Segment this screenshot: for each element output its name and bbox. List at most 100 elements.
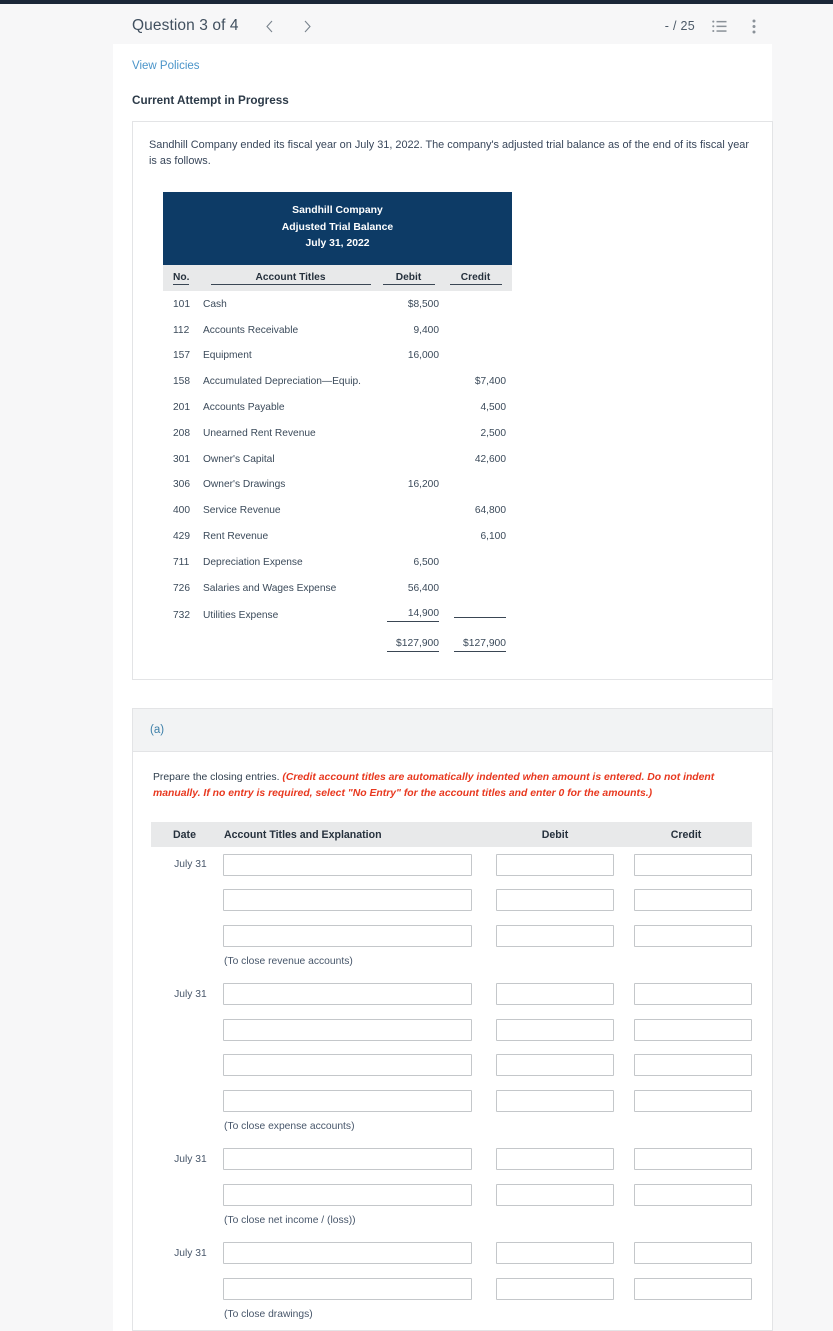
credit-amount-input[interactable] (634, 1242, 752, 1265)
table-row: 732 Utilities Expense 14,900 (163, 601, 512, 630)
instruction-plain: Prepare the closing entries. (153, 771, 283, 783)
debit-amount-input[interactable] (496, 1018, 614, 1041)
journal-row: July 31 (151, 1236, 752, 1272)
kebab-menu-icon[interactable] (743, 15, 765, 37)
adjusted-trial-balance-table: Sandhill Company Adjusted Trial Balance … (163, 191, 512, 659)
debit-amount-input[interactable] (496, 983, 614, 1006)
chevron-right-icon (304, 20, 311, 32)
credit-amount-input[interactable] (634, 1089, 752, 1112)
debit-amount-input[interactable] (496, 889, 614, 912)
account-title-input[interactable] (222, 1089, 472, 1112)
account-title-input[interactable] (222, 924, 472, 947)
account-title-input[interactable] (222, 1183, 472, 1206)
policies-row: View Policies (113, 44, 772, 74)
score-display: - / 25 (664, 19, 695, 33)
problem-intro: Sandhill Company ended its fiscal year o… (149, 139, 749, 168)
debit-amount-input[interactable] (496, 1242, 614, 1265)
entry-group-3: July 31 (To close net income / (loss)) (151, 1142, 752, 1236)
problem-card: Sandhill Company ended its fiscal year o… (132, 121, 773, 680)
banner-company: Sandhill Company (292, 204, 383, 216)
journal-row (151, 918, 752, 954)
journal-row (151, 1177, 752, 1213)
entry-caption: (To close revenue accounts) (224, 955, 353, 967)
journal-row (151, 1083, 752, 1119)
attempt-status: Current Attempt in Progress (132, 94, 289, 107)
journal-entry-table: Date Account Titles and Explanation Debi… (151, 822, 752, 1330)
entry-caption: (To close drawings) (224, 1308, 313, 1320)
entry-caption: (To close net income / (loss)) (224, 1214, 356, 1226)
col-header-debit: Debit (382, 272, 435, 286)
account-title-input[interactable] (222, 853, 472, 876)
entry-date: July 31 (174, 859, 207, 871)
trial-balance-header-row: No. Account Titles Debit Credit (163, 265, 512, 292)
totals-row: $127,900 $127,900 (163, 630, 512, 659)
journal-row (151, 1012, 752, 1048)
col-header-titles: Account Titles (210, 272, 371, 286)
table-row: 157 Equipment 16,000 (173, 350, 439, 362)
list-view-icon[interactable] (708, 15, 730, 37)
journal-col-date: Date (173, 828, 196, 841)
part-a-label: (a) (133, 708, 772, 752)
table-row: 208 Unearned Rent Revenue 2,500 (173, 427, 506, 439)
entry-date: July 31 (174, 1153, 207, 1165)
account-title-input[interactable] (222, 1148, 472, 1171)
entry-caption: (To close expense accounts) (224, 1120, 355, 1132)
credit-amount-input[interactable] (634, 983, 752, 1006)
debit-amount-input[interactable] (496, 924, 614, 947)
table-row: 101 Cash $8,500 (173, 298, 439, 310)
credit-amount-input[interactable] (634, 924, 752, 947)
debit-amount-input[interactable] (496, 1148, 614, 1171)
question-content: View Policies Current Attempt in Progres… (113, 44, 773, 1331)
journal-col-debit: Debit (541, 828, 569, 841)
total-credit: $127,900 (454, 638, 506, 652)
credit-amount-input[interactable] (634, 1277, 752, 1300)
last-credit-value (454, 615, 506, 618)
account-title-input[interactable] (222, 1018, 472, 1041)
journal-header-row: Date Account Titles and Explanation Debi… (151, 822, 752, 848)
table-row: 429 Rent Revenue 6,100 (173, 530, 506, 542)
part-a-card: (a) Prepare the closing entries. (Credit… (132, 707, 773, 1331)
credit-amount-input[interactable] (634, 1018, 752, 1041)
journal-row: July 31 (151, 847, 752, 883)
trial-balance-banner: Sandhill Company Adjusted Trial Balance … (163, 191, 512, 266)
credit-amount-input[interactable] (634, 1054, 752, 1077)
credit-amount-input[interactable] (634, 1148, 752, 1171)
credit-amount-input[interactable] (634, 853, 752, 876)
credit-amount-input[interactable] (634, 1183, 752, 1206)
account-title-input[interactable] (222, 1277, 472, 1300)
question-header: Question 3 of 4 - / 25 (0, 4, 833, 48)
account-title-input[interactable] (222, 1242, 472, 1265)
debit-amount-input[interactable] (496, 1183, 614, 1206)
banner-statement: Adjusted Trial Balance (281, 221, 394, 233)
table-row: 201 Accounts Payable 4,500 (173, 401, 506, 413)
problem-card-body: Sandhill Company ended its fiscal year o… (133, 122, 772, 679)
next-question-button[interactable] (295, 13, 321, 39)
account-title-input[interactable] (222, 889, 472, 912)
entry-date: July 31 (174, 988, 207, 1000)
journal-row: July 31 (151, 977, 752, 1013)
debit-amount-input[interactable] (496, 1054, 614, 1077)
table-row: 301 Owner's Capital 42,600 (173, 453, 506, 465)
debit-amount-input[interactable] (496, 853, 614, 876)
col-header-credit: Credit (449, 272, 502, 286)
debit-amount-input[interactable] (496, 1277, 614, 1300)
banner-date: July 31, 2022 (305, 238, 370, 250)
part-a-instruction: Prepare the closing entries. (Credit acc… (133, 752, 772, 806)
table-row: 726 Salaries and Wages Expense 56,400 (173, 582, 439, 594)
page-root: Question 3 of 4 - / 25 View Policies Cur… (0, 4, 833, 1331)
last-debit-value: 14,900 (387, 608, 439, 623)
table-row: 112 Accounts Receivable 9,400 (173, 324, 439, 336)
view-policies-link[interactable]: View Policies (132, 60, 200, 72)
page-title: Question 3 of 4 (132, 17, 239, 34)
entry-group-2: July 31 (To close expense accounts) (151, 977, 752, 1142)
previous-question-button[interactable] (257, 13, 283, 39)
journal-col-account: Account Titles and Explanation (224, 828, 382, 841)
debit-amount-input[interactable] (496, 1089, 614, 1112)
entry-date: July 31 (174, 1247, 207, 1259)
account-title-input[interactable] (222, 1054, 472, 1077)
account-title-input[interactable] (222, 983, 472, 1006)
credit-amount-input[interactable] (634, 889, 752, 912)
col-header-no: No. (173, 272, 190, 286)
journal-row (151, 1271, 752, 1307)
journal-row (151, 1048, 752, 1084)
